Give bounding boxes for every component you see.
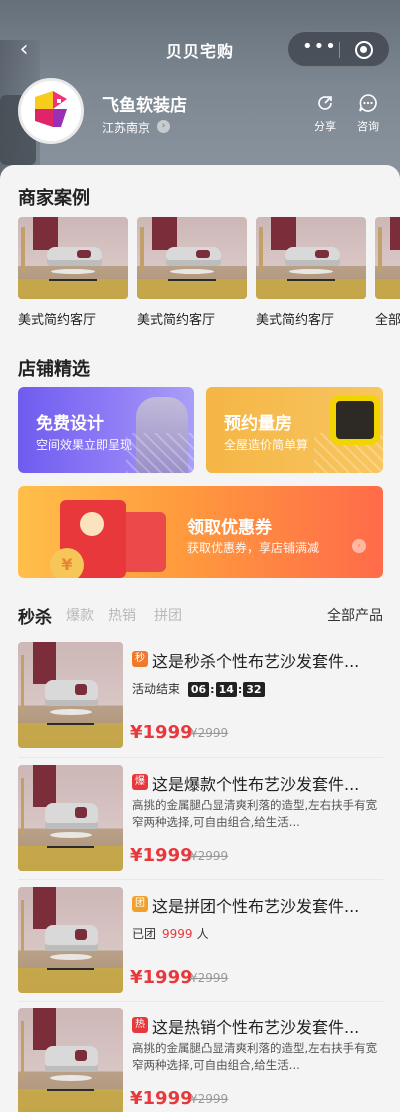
seckill-badge: 秒	[132, 651, 148, 667]
consult-label: 咨询	[357, 120, 379, 133]
product-title: 这是爆款个性布艺沙发套件...	[152, 775, 360, 794]
product-tabs: 秒杀 爆款 热销 拼团 全部产品	[18, 605, 383, 629]
store-logo	[18, 78, 84, 144]
case-caption: 美式简约客厅	[256, 313, 335, 328]
case-caption: 美式简约客厅	[18, 313, 97, 328]
all-products-link[interactable]: 全部产品	[327, 605, 383, 625]
countdown-hours: 06	[187, 682, 210, 697]
divider	[18, 757, 383, 758]
measure-subtitle: 全屋造价简单算	[224, 438, 309, 452]
product-item[interactable]: 团 这是拼团个性布艺沙发套件... 已团 9999 人 ¥1999 ¥2999	[18, 887, 383, 993]
group-prefix: 已团	[132, 927, 157, 941]
divider	[18, 1001, 383, 1002]
best-selling-badge: 热	[132, 1017, 148, 1033]
countdown-seconds: 32	[243, 682, 265, 697]
measure-title: 预约量房	[224, 414, 292, 434]
product-item[interactable]: 秒 这是秒杀个性布艺沙发套件... 活动结束 06:14:32 ¥1999 ¥2…	[18, 642, 383, 748]
product-thumbnail	[18, 1008, 123, 1112]
group-suffix: 人	[196, 927, 209, 941]
product-title: 这是热销个性布艺沙发套件...	[152, 1018, 360, 1037]
yuan-coin-icon: ¥	[50, 548, 84, 578]
product-price: ¥1999	[130, 722, 193, 743]
measure-appointment-card[interactable]: 预约量房 全屋造价简单算	[206, 387, 383, 473]
product-price: ¥1999	[130, 845, 193, 866]
original-price: ¥2999	[190, 726, 229, 740]
group-buy-badge: 团	[132, 896, 148, 912]
product-item[interactable]: 热 这是热销个性布艺沙发套件... 高挑的金属腿凸显清爽利落的造型,左右扶手有宽…	[18, 1008, 383, 1112]
activity-status: 活动结束	[132, 682, 181, 696]
case-card[interactable]: 美式简约客厅	[256, 217, 366, 328]
product-description: 高挑的金属腿凸显清爽利落的造型,左右扶手有宽窄两种选择,可自由组合,给生活...	[132, 798, 378, 829]
product-title: 这是秒杀个性布艺沙发套件...	[152, 652, 360, 671]
title-bar: ‹ 贝贝宅购 •••	[0, 28, 400, 72]
case-caption: 美式简约客厅	[137, 313, 216, 328]
case-card[interactable]: 全部	[375, 217, 400, 328]
share-label: 分享	[314, 120, 336, 133]
free-design-card[interactable]: 免费设计 空间效果立即呈现	[18, 387, 194, 473]
chat-bubble-icon	[359, 94, 377, 112]
blueprint-decoration	[126, 433, 194, 473]
consult-button[interactable]: 咨询	[348, 93, 388, 139]
original-price: ¥2999	[190, 849, 229, 863]
free-design-subtitle: 空间效果立即呈现	[36, 438, 133, 452]
capsule-divider	[339, 42, 340, 58]
product-price: ¥1999	[130, 967, 193, 988]
tab-best-selling[interactable]: 热销	[108, 605, 136, 625]
case-thumbnail	[137, 217, 247, 299]
case-thumbnail	[375, 217, 400, 299]
coupon-banner[interactable]: ¥ 领取优惠券 获取优惠券，享店铺满减 ›	[18, 486, 383, 578]
share-icon	[318, 96, 332, 110]
product-item[interactable]: 爆 这是爆款个性布艺沙发套件... 高挑的金属腿凸显清爽利落的造型,左右扶手有宽…	[18, 765, 383, 871]
coin-icon	[80, 512, 104, 536]
store-logo-icon	[21, 81, 81, 141]
product-title: 这是拼团个性布艺沙发套件...	[152, 897, 360, 916]
section-title-featured: 店铺精选	[18, 359, 90, 380]
product-thumbnail	[18, 765, 123, 871]
tab-seckill[interactable]: 秒杀	[18, 603, 52, 628]
product-thumbnail	[18, 642, 123, 748]
tab-group-buy[interactable]: 拼团	[154, 605, 182, 625]
tab-hot-items[interactable]: 爆款	[66, 605, 94, 625]
case-caption: 全部	[375, 313, 400, 328]
original-price: ¥2999	[190, 1092, 229, 1106]
section-title-cases: 商家案例	[18, 188, 90, 209]
divider	[18, 879, 383, 880]
group-count: 9999	[162, 927, 193, 941]
more-icon[interactable]: •••	[302, 38, 336, 57]
case-card[interactable]: 美式简约客厅	[137, 217, 247, 328]
product-description: 高挑的金属腿凸显清爽利落的造型,左右扶手有宽窄两种选择,可自由组合,给生活...	[132, 1041, 378, 1072]
case-card[interactable]: 美式简约客厅	[18, 217, 128, 328]
product-thumbnail	[18, 887, 123, 993]
coupon-title: 领取优惠券	[187, 518, 272, 538]
store-name: 飞鱼软装店	[102, 96, 187, 116]
share-button[interactable]: 分享	[305, 93, 345, 139]
store-location[interactable]: 江苏南京	[102, 119, 150, 136]
tape-measure-icon	[330, 395, 380, 445]
coupon-subtitle: 获取优惠券，享店铺满减	[187, 541, 320, 555]
case-thumbnail	[256, 217, 366, 299]
hot-badge: 爆	[132, 774, 148, 790]
product-price: ¥1999	[130, 1088, 193, 1109]
countdown-minutes: 14	[215, 682, 237, 697]
original-price: ¥2999	[190, 971, 229, 985]
close-miniprogram-icon[interactable]	[355, 41, 373, 59]
case-thumbnail	[18, 217, 128, 299]
chevron-right-icon: ›	[352, 539, 366, 553]
miniprogram-capsule: •••	[287, 31, 390, 67]
countdown-row: 活动结束 06:14:32	[132, 680, 265, 697]
free-design-title: 免费设计	[36, 414, 104, 434]
chevron-right-icon[interactable]: ›	[157, 120, 170, 133]
group-count-row: 已团 9999 人	[132, 925, 209, 942]
